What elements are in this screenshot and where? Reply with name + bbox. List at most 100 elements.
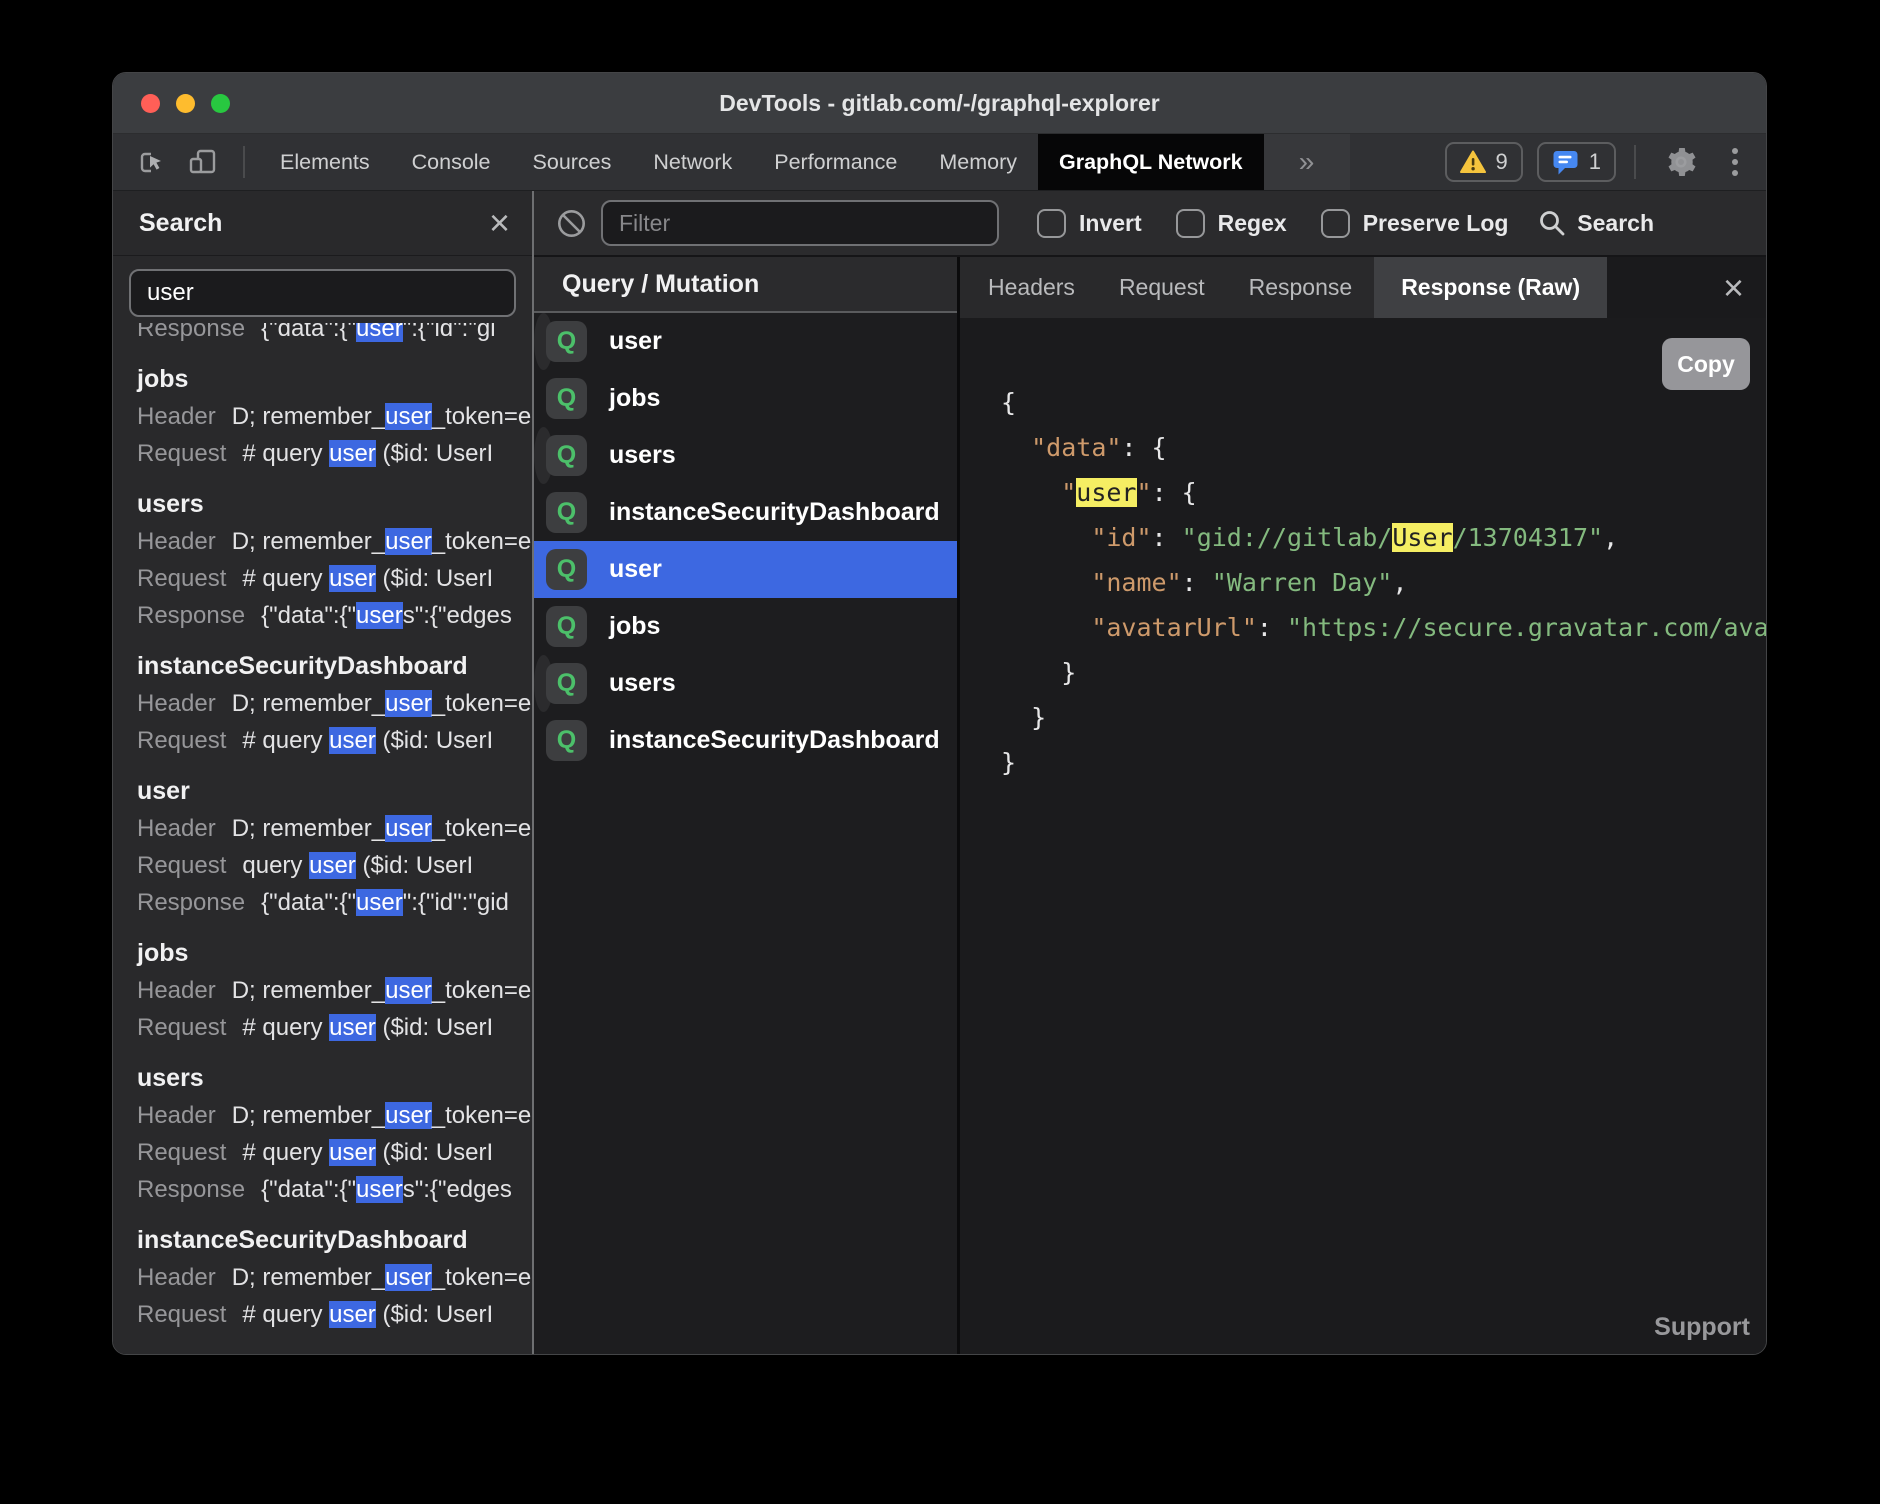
query-list-item-user[interactable]: Quser	[534, 313, 553, 370]
search-result-entry[interactable]: usersHeaderD; remember_user_token=eReque…	[137, 486, 532, 634]
result-row-header[interactable]: HeaderD; remember_user_token=e	[137, 972, 532, 1009]
result-row-response[interactable]: Response{"data":{"user":{"id":"gid	[137, 884, 532, 921]
result-row-label: Header	[137, 815, 216, 842]
query-list-item-users[interactable]: Qusers	[534, 655, 553, 712]
code-token: "	[1061, 478, 1076, 507]
result-row-header[interactable]: HeaderD; remember_user_token=e	[137, 523, 532, 560]
inspect-element-button[interactable]	[127, 134, 177, 190]
detail-tab-response[interactable]: Response	[1227, 257, 1375, 318]
window-title: DevTools - gitlab.com/-/graphql-explorer	[113, 90, 1766, 117]
clear-requests-button[interactable]	[556, 208, 587, 239]
tab-memory[interactable]: Memory	[918, 134, 1038, 190]
result-row-label: Header	[137, 1264, 216, 1291]
search-icon	[1537, 208, 1567, 238]
code-token: ,	[1603, 523, 1618, 552]
zoom-window-button[interactable]	[211, 94, 230, 113]
filter-input[interactable]	[601, 200, 999, 246]
query-list-item-users[interactable]: Qusers	[534, 427, 553, 484]
issues-badge[interactable]: 1	[1537, 142, 1616, 182]
result-row-label: Response	[137, 602, 245, 629]
search-result-entry[interactable]: usersHeaderD; remember_user_token=eReque…	[137, 1060, 532, 1208]
tab-network[interactable]: Network	[632, 134, 753, 190]
result-row-header[interactable]: HeaderD; remember_user_token=e	[137, 810, 532, 847]
result-row-label: Request	[137, 565, 226, 592]
block-icon	[556, 208, 587, 239]
result-row-request[interactable]: Request# query user ($id: UserI	[137, 560, 532, 597]
search-result-entry[interactable]: jobsHeaderD; remember_user_token=eReques…	[137, 361, 532, 472]
tab-graphql-network[interactable]: GraphQL Network	[1038, 134, 1264, 190]
value-text: ($id: UserI	[376, 1139, 493, 1166]
query-list-item-user[interactable]: Quser	[534, 541, 957, 598]
search-toggle-button[interactable]: Search	[1537, 208, 1654, 238]
result-row-header[interactable]: HeaderD; remember_user_token=e	[137, 685, 532, 722]
checkbox-invert[interactable]: Invert	[1037, 209, 1142, 238]
query-list-item-instancesecuritydashboard[interactable]: QinstanceSecurityDashboard	[534, 484, 957, 541]
minimize-window-button[interactable]	[176, 94, 195, 113]
code-token: :	[1152, 523, 1182, 552]
search-result-entry[interactable]: jobsHeaderD; remember_user_token=eReques…	[137, 935, 532, 1046]
result-row-label: Response	[137, 889, 245, 916]
code-line: "name": "Warren Day",	[1001, 560, 1766, 605]
search-result-entry[interactable]: instanceSecurityDashboardHeaderD; rememb…	[137, 1222, 532, 1333]
result-row-value: {"data":{"user":{"id":"gi	[261, 323, 495, 342]
value-text: D; remember_	[232, 977, 385, 1004]
result-row-header[interactable]: HeaderD; remember_user_token=e	[137, 1259, 532, 1296]
value-text: D; remember_	[232, 528, 385, 555]
issue-count: 1	[1589, 149, 1601, 175]
query-item-label: users	[609, 441, 676, 470]
tab-performance[interactable]: Performance	[753, 134, 918, 190]
detail-tab-request[interactable]: Request	[1097, 257, 1227, 318]
device-toolbar-button[interactable]	[177, 134, 229, 190]
close-window-button[interactable]	[141, 94, 160, 113]
checkbox-label: Preserve Log	[1363, 210, 1509, 237]
result-row-header[interactable]: HeaderD; remember_user_token=e	[137, 1097, 532, 1134]
warnings-badge[interactable]: 9	[1445, 142, 1523, 182]
more-options-menu-button[interactable]	[1722, 148, 1748, 176]
copy-button[interactable]: Copy	[1662, 338, 1750, 390]
search-input[interactable]	[129, 269, 516, 317]
result-row-request[interactable]: Request# query user ($id: UserI	[137, 1296, 532, 1333]
code-line: }	[1001, 740, 1766, 785]
tab-elements[interactable]: Elements	[259, 134, 391, 190]
query-list-item-jobs[interactable]: Qjobs	[534, 598, 957, 655]
result-row-request[interactable]: Request# query user ($id: UserI	[137, 722, 532, 759]
search-match-highlight: user	[1076, 478, 1136, 507]
close-search-panel-button[interactable]: ×	[489, 205, 510, 241]
settings-button[interactable]	[1654, 145, 1708, 179]
result-row-response[interactable]: Response{"data":{"users":{"edges	[137, 597, 532, 634]
match-highlight: user	[385, 977, 432, 1004]
code-token	[1001, 433, 1031, 462]
result-row-label: Header	[137, 528, 216, 555]
result-row-request[interactable]: Request# query user ($id: UserI	[137, 1134, 532, 1171]
result-title: instanceSecurityDashboard	[137, 1222, 532, 1259]
result-row-request[interactable]: Request# query user ($id: UserI	[137, 435, 532, 472]
value-text: {"data":{"	[261, 889, 356, 916]
result-row-header[interactable]: HeaderD; remember_user_token=e	[137, 398, 532, 435]
value-text: _token=e	[432, 1264, 531, 1291]
more-tabs-button[interactable]: »	[1264, 134, 1350, 190]
detail-tab-headers[interactable]: Headers	[966, 257, 1097, 318]
result-row-label: Header	[137, 690, 216, 717]
support-link[interactable]: Support	[1654, 1313, 1750, 1342]
result-row-request[interactable]: Request# query user ($id: UserI	[137, 1009, 532, 1046]
search-result-entry[interactable]: instanceSecurityDashboardHeaderD; rememb…	[137, 648, 532, 759]
query-list-item-jobs[interactable]: Qjobs	[534, 370, 957, 427]
query-list-item-instancesecuritydashboard[interactable]: QinstanceSecurityDashboard	[534, 712, 957, 769]
code-token: "Warren Day"	[1212, 568, 1393, 597]
code-line: }	[1001, 695, 1766, 740]
titlebar[interactable]: DevTools - gitlab.com/-/graphql-explorer	[113, 73, 1766, 134]
detail-tab-response-raw[interactable]: Response (Raw)	[1374, 257, 1607, 318]
value-text: {"data":{"	[261, 602, 356, 629]
checkbox-preserve-log[interactable]: Preserve Log	[1321, 209, 1509, 238]
tab-sources[interactable]: Sources	[512, 134, 633, 190]
checkbox-regex[interactable]: Regex	[1176, 209, 1287, 238]
result-row-value: # query user ($id: UserI	[242, 440, 493, 467]
search-result-entry[interactable]: userHeaderD; remember_user_token=eReques…	[137, 773, 532, 921]
result-row-request[interactable]: Requestquery user ($id: UserI	[137, 847, 532, 884]
close-detail-panel-button[interactable]: ×	[1701, 257, 1766, 318]
search-result-entry[interactable]: Response{"data":{"user":{"id":"gi	[137, 323, 532, 347]
result-row-response[interactable]: Response{"data":{"user":{"id":"gi	[137, 323, 532, 347]
result-row-response[interactable]: Response{"data":{"users":{"edges	[137, 1171, 532, 1208]
tab-console[interactable]: Console	[391, 134, 512, 190]
value-text: s":{"edges	[403, 1176, 512, 1203]
